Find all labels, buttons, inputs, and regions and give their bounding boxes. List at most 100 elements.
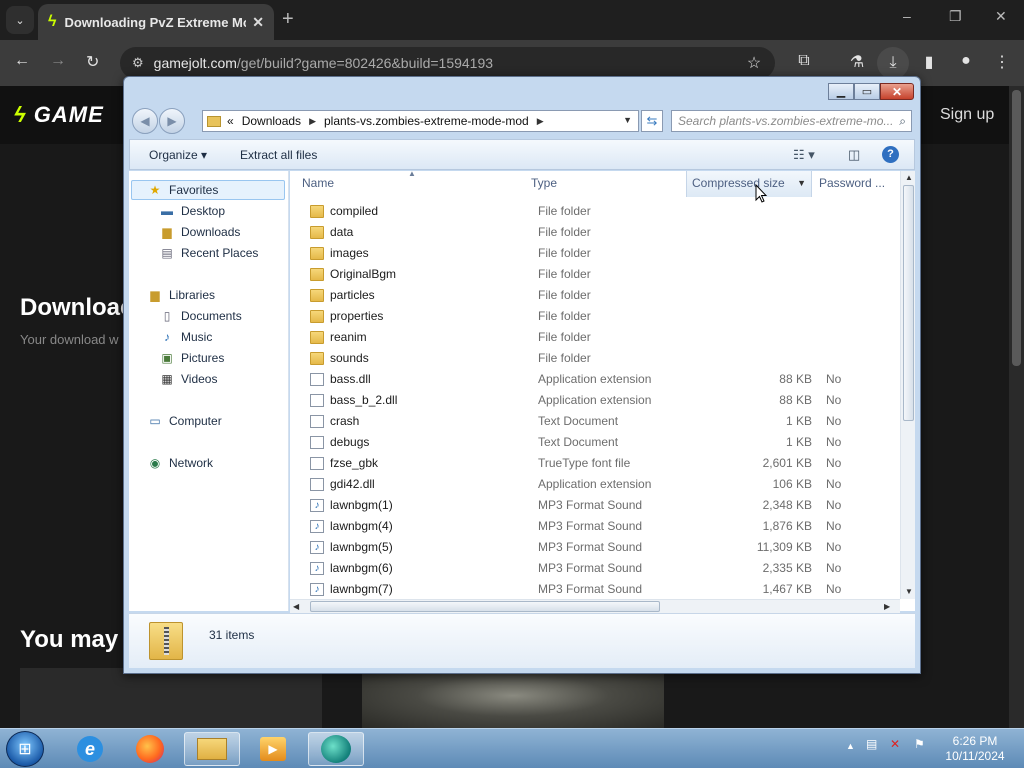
table-row[interactable]: gdi42.dll Application extension 106 KB No (290, 474, 900, 495)
page-scrollbar-thumb[interactable] (1012, 90, 1021, 366)
game-card-thumbnail[interactable] (362, 674, 664, 728)
address-bar[interactable]: ⚙ gamejolt.com/get/build?game=802426&bui… (120, 47, 775, 79)
breadcrumb-overflow[interactable]: « (227, 114, 234, 128)
maximize-icon[interactable]: ▭ (854, 83, 880, 100)
show-hidden-icons-icon[interactable]: ▲ (846, 741, 855, 751)
taskbar-media-player[interactable]: ▶ (245, 732, 301, 766)
table-row[interactable]: properties File folder (290, 306, 900, 327)
table-row[interactable]: ♪ lawnbgm(5) MP3 Format Sound 11,309 KB No (290, 537, 900, 558)
view-options-icon[interactable]: ☷ ▾ (793, 147, 815, 163)
table-row[interactable]: ♪ lawnbgm(7) MP3 Format Sound 1,467 KB No (290, 579, 900, 600)
back-icon[interactable]: ← (14, 52, 30, 70)
site-info-icon[interactable]: ⚙ (132, 55, 144, 71)
table-row[interactable]: sounds File folder (290, 348, 900, 369)
nav-documents[interactable]: ▯ Documents (159, 309, 242, 323)
table-row[interactable]: data File folder (290, 222, 900, 243)
nav-libraries[interactable]: ▆ Libraries (147, 288, 215, 302)
table-row[interactable]: crash Text Document 1 KB No (290, 411, 900, 432)
nav-recent-places[interactable]: ▤ Recent Places (159, 246, 258, 260)
tab-search-button[interactable]: ⌄ (6, 6, 34, 34)
bookmark-star-icon[interactable]: ☆ (743, 53, 765, 73)
table-row[interactable]: particles File folder (290, 285, 900, 306)
horizontal-scrollbar[interactable]: ◀ ▶ (290, 599, 900, 613)
profile-avatar-icon[interactable]: ● (955, 52, 977, 70)
scroll-down-icon[interactable]: ▼ (905, 587, 913, 596)
table-row[interactable]: fzse_gbk TrueType font file 2,601 KB No (290, 453, 900, 474)
chevron-down-icon[interactable]: ▼ (797, 171, 806, 195)
nav-desktop[interactable]: ▬ Desktop (159, 204, 225, 218)
page-scrollbar[interactable] (1009, 86, 1024, 728)
forward-icon[interactable]: → (50, 52, 66, 70)
back-arrow-icon[interactable]: ◀ (132, 108, 158, 134)
table-row[interactable]: bass.dll Application extension 88 KB No (290, 369, 900, 390)
new-tab-button[interactable]: + (282, 8, 294, 31)
scroll-up-icon[interactable]: ▲ (905, 173, 913, 182)
address-breadcrumb[interactable]: « Downloads ▶ plants-vs.zombies-extreme-… (202, 110, 639, 132)
crumb-downloads[interactable]: Downloads (242, 114, 301, 128)
minimize-icon[interactable]: ▁ (828, 83, 854, 100)
table-row[interactable]: images File folder (290, 243, 900, 264)
nav-music[interactable]: ♪ Music (159, 330, 212, 344)
action-center-flag-icon[interactable]: ⚑ (914, 737, 925, 751)
chevron-down-icon[interactable]: ▼ (623, 115, 632, 125)
browser-tab[interactable]: ϟ Downloading PvZ Extreme Mo ✕ (38, 4, 274, 40)
game-card[interactable] (20, 668, 322, 728)
nav-pictures[interactable]: ▣ Pictures (159, 351, 224, 365)
search-input[interactable]: Search plants-vs.zombies-extreme-mo... ⌕ (671, 110, 912, 132)
column-type[interactable]: Type (531, 171, 686, 197)
downloads-icon[interactable]: ⤓ (877, 47, 909, 79)
nav-computer[interactable]: ▭ Computer (147, 414, 221, 428)
nav-videos[interactable]: ▦ Videos (159, 372, 217, 386)
extensions-icon[interactable]: ⧉ (793, 52, 815, 70)
nav-downloads[interactable]: ▆ Downloads (159, 225, 240, 239)
volume-muted-icon[interactable]: ✕ (890, 737, 900, 751)
signup-link[interactable]: Sign up (940, 106, 994, 124)
table-row[interactable]: ♪ lawnbgm(4) MP3 Format Sound 1,876 KB No (290, 516, 900, 537)
reload-icon[interactable]: ↻ (86, 52, 99, 72)
chevron-right-icon[interactable]: ▶ (309, 116, 316, 127)
refresh-icon[interactable]: ⇆ (641, 110, 663, 132)
table-row[interactable]: reanim File folder (290, 327, 900, 348)
taskbar-chrome[interactable] (308, 732, 364, 766)
network-tray-icon[interactable]: ▤ (866, 737, 877, 751)
start-button[interactable]: ⊞ (6, 731, 44, 767)
table-row[interactable]: debugs Text Document 1 KB No (290, 432, 900, 453)
chrome-menu-icon[interactable]: ⋮ (991, 52, 1013, 72)
preview-pane-icon[interactable]: ◫ (848, 147, 860, 163)
file-type: File folder (538, 330, 591, 344)
taskbar-firefox[interactable] (122, 732, 178, 766)
close-icon[interactable]: ✕ (880, 83, 914, 100)
system-clock[interactable]: 6:26 PM 10/11/2024 (938, 734, 1012, 764)
column-name[interactable]: Name (302, 171, 530, 197)
taskbar-internet-explorer[interactable]: e (62, 732, 118, 766)
table-row[interactable]: compiled File folder (290, 201, 900, 222)
vertical-scrollbar-thumb[interactable] (903, 185, 914, 421)
horizontal-scrollbar-thumb[interactable] (310, 601, 660, 612)
minimize-button[interactable]: – (903, 8, 911, 24)
labs-flask-icon[interactable]: ⚗ (846, 52, 868, 72)
table-row[interactable]: ♪ lawnbgm(6) MP3 Format Sound 2,335 KB No (290, 558, 900, 579)
taskbar-windows-explorer[interactable] (184, 732, 240, 766)
nav-favorites[interactable]: ★ Favorites (147, 183, 219, 197)
organize-button[interactable]: Organize ▾ (149, 148, 207, 162)
restore-button[interactable]: ❐ (949, 8, 962, 25)
table-row[interactable]: bass_b_2.dll Application extension 88 KB No (290, 390, 900, 411)
search-icon[interactable]: ⌕ (899, 114, 906, 129)
extract-all-button[interactable]: Extract all files (240, 148, 317, 162)
forward-arrow-icon[interactable]: ▶ (159, 108, 185, 134)
table-row[interactable]: OriginalBgm File folder (290, 264, 900, 285)
help-icon[interactable]: ? (882, 146, 899, 163)
chevron-right-icon[interactable]: ▶ (537, 116, 544, 127)
vertical-scrollbar[interactable]: ▲ ▼ (900, 171, 915, 599)
site-logo[interactable]: ϟ GAME (14, 102, 104, 128)
nav-network[interactable]: ◉ Network (147, 456, 213, 470)
close-window-button[interactable]: ✕ (995, 8, 1007, 25)
tab-close-icon[interactable]: ✕ (252, 14, 264, 31)
column-compressed-size[interactable]: Compressed size ▼ (686, 171, 812, 197)
crumb-folder[interactable]: plants-vs.zombies-extreme-mode-mod (324, 114, 529, 128)
scroll-left-icon[interactable]: ◀ (293, 602, 299, 611)
side-panel-icon[interactable]: ▮ (918, 52, 940, 72)
table-row[interactable]: ♪ lawnbgm(1) MP3 Format Sound 2,348 KB No (290, 495, 900, 516)
scroll-right-icon[interactable]: ▶ (884, 602, 890, 611)
column-password[interactable]: Password ... (819, 171, 899, 197)
